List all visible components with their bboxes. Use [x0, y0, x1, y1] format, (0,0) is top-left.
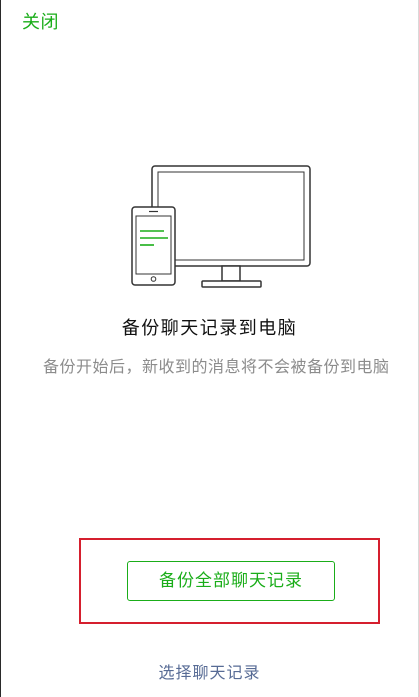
backup-description: 备份开始后，新收到的消息将不会被备份到电脑	[43, 357, 390, 376]
phone-to-computer-icon	[131, 165, 311, 288]
close-button[interactable]: 关闭	[22, 14, 59, 32]
page-title: 备份聊天记录到电脑	[121, 318, 298, 339]
backup-all-button[interactable]: 备份全部聊天记录	[127, 561, 335, 601]
monitor-base	[201, 280, 262, 288]
monitor-neck	[221, 265, 241, 282]
select-chats-link[interactable]: 选择聊天记录	[0, 665, 419, 681]
